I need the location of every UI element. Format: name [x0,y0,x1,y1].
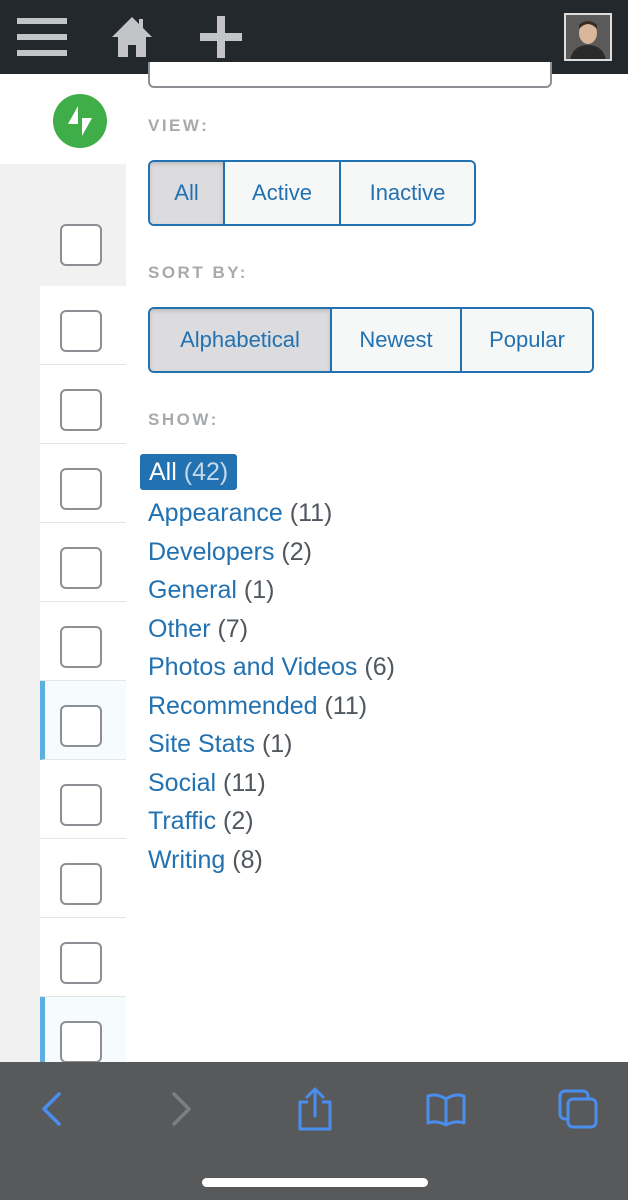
table-row [40,681,126,760]
book-icon[interactable] [416,1084,476,1134]
sort-filter-group: Alphabetical Newest Popular [148,307,594,373]
table-row [40,602,126,681]
table-row [40,523,126,602]
category-name: Appearance [148,499,283,527]
category-name: Writing [148,845,226,874]
category-count: (11) [324,691,368,720]
category-count: (7) [217,614,249,643]
category-count: (1) [243,576,275,604]
table-row [40,365,126,444]
share-icon[interactable] [285,1084,345,1134]
row-checkbox[interactable] [60,942,102,984]
row-checkbox[interactable] [60,1021,102,1063]
category-count: (42) [183,458,229,486]
home-indicator [202,1178,428,1187]
category-name: Other [148,614,211,643]
row-checkbox[interactable] [60,863,102,905]
sort-popular-button[interactable]: Popular [462,309,592,371]
chevron-left-icon[interactable] [21,1084,81,1134]
category-link-appearance[interactable]: Appearance (11) [140,494,600,533]
chevron-right-icon[interactable] [152,1084,212,1134]
tabs-icon[interactable] [548,1084,608,1134]
view-filter-group: All Active Inactive [148,160,476,226]
background-page [0,74,126,1076]
view-active-button[interactable]: Active [225,162,341,224]
select-all-checkbox[interactable] [60,224,102,266]
view-inactive-button[interactable]: Inactive [341,162,474,224]
table-row [40,286,126,365]
row-checkbox[interactable] [60,468,102,510]
view-all-button[interactable]: All [150,162,225,224]
category-link-photos-and-videos[interactable]: Photos and Videos (6) [140,648,600,687]
table-row [40,444,126,523]
sort-label: SORT BY: [148,263,248,282]
table-row [40,760,126,839]
search-input[interactable] [148,62,552,88]
category-link-recommended[interactable]: Recommended (11) [140,687,600,726]
row-checkbox[interactable] [60,389,102,431]
category-count: (2) [281,537,312,566]
category-link-general[interactable]: General (1) [140,571,600,610]
category-count: (11) [289,499,333,527]
show-category-list: All (42) Appearance (11) Developers (2) … [140,454,600,879]
show-all-link[interactable]: All (42) [140,454,238,490]
category-count: (2) [223,807,254,835]
category-link-social[interactable]: Social (11) [140,764,600,803]
category-name: All [149,458,177,486]
category-name: Site Stats [148,730,255,758]
category-link-traffic[interactable]: Traffic (2) [140,802,600,841]
view-label: VIEW: [148,116,210,135]
plus-icon[interactable] [195,12,247,62]
row-checkbox[interactable] [60,705,102,747]
category-link-other[interactable]: Other (7) [140,610,600,649]
row-checkbox[interactable] [60,310,102,352]
sort-alphabetical-button[interactable]: Alphabetical [150,309,332,371]
page-header [0,74,126,164]
plugin-rows [40,286,126,1076]
category-link-writing[interactable]: Writing (8) [140,841,600,880]
category-name: Social [148,768,217,797]
category-name: Photos and Videos [148,653,358,681]
filter-panel: VIEW: All Active Inactive SORT BY: Alpha… [126,62,628,1062]
table-row [40,918,126,997]
home-icon[interactable] [106,12,158,62]
category-name: Developers [148,537,275,566]
category-name: Recommended [148,691,318,720]
table-row [40,839,126,918]
row-checkbox[interactable] [60,626,102,668]
avatar[interactable] [564,13,612,61]
jetpack-logo-icon [53,94,107,148]
category-link-developers[interactable]: Developers (2) [140,533,600,572]
category-name: General [148,576,237,604]
category-link-site-stats[interactable]: Site Stats (1) [140,725,600,764]
hamburger-menu-icon[interactable] [16,12,68,62]
category-count: (8) [232,845,263,874]
row-checkbox[interactable] [60,547,102,589]
show-label: SHOW: [148,410,219,429]
category-name: Traffic [148,807,217,835]
row-checkbox[interactable] [60,784,102,826]
category-count: (11) [223,768,266,797]
sort-newest-button[interactable]: Newest [332,309,462,371]
category-count: (6) [364,653,395,681]
category-count: (1) [261,730,293,758]
